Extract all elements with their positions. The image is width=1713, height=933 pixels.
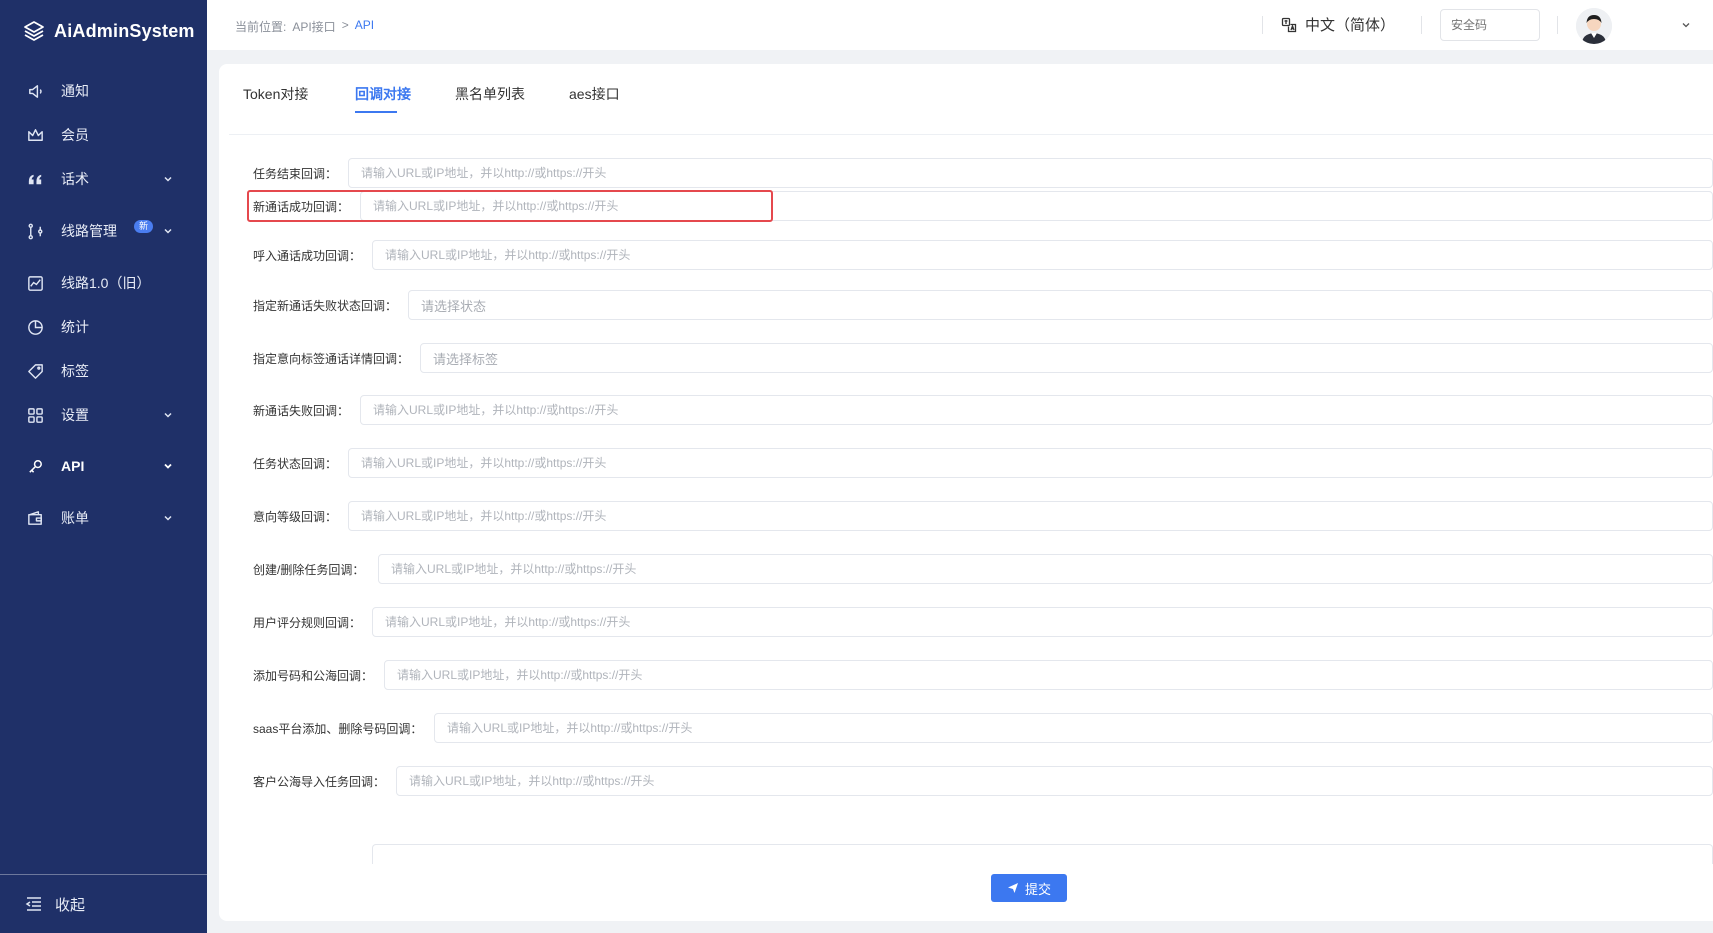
failure-status-select[interactable]: 请选择状态 <box>408 290 1713 320</box>
form-label-task-end: 任务结束回调： <box>253 166 338 181</box>
form-label-failure-status: 指定新通话失败状态回调： <box>253 298 398 313</box>
grid-icon <box>25 405 45 425</box>
app-logo[interactable]: AiAdminSystem <box>22 16 195 46</box>
sidebar-item-label: API <box>61 458 85 474</box>
submit-label: 提交 <box>1024 881 1051 897</box>
tab-blacklist[interactable]: 黑名单列表 <box>455 84 525 104</box>
breadcrumb: 当前位置: API接口 > API <box>235 18 374 35</box>
collapse-icon <box>25 897 41 911</box>
sidebar-item-notice[interactable]: 通知 <box>0 69 207 113</box>
form-label-user-score-rule: 用户评分规则回调： <box>253 615 362 630</box>
collapse-label: 收起 <box>55 896 86 914</box>
tab-callback[interactable]: 回调对接 <box>355 84 411 104</box>
chevron-down-icon <box>164 176 172 182</box>
new-call-success-callback-input[interactable] <box>360 191 1713 221</box>
user-score-rule-callback-input[interactable] <box>372 607 1713 637</box>
security-code-input[interactable] <box>1440 9 1540 41</box>
quote-icon <box>25 169 45 189</box>
header-divider <box>1421 16 1422 34</box>
speaker-icon <box>25 81 45 101</box>
sidebar-item-label: 话术 <box>61 171 89 187</box>
sidebar-item-tags[interactable]: 标签 <box>0 349 207 393</box>
sidebar-item-statistics[interactable]: 统计 <box>0 305 207 349</box>
form-label-create-delete-task: 创建/删除任务回调： <box>253 562 365 577</box>
chevron-down-icon <box>164 515 172 521</box>
sidebar-item-label: 统计 <box>61 319 89 335</box>
sidebar-item-label: 会员 <box>61 127 89 143</box>
tab-divider <box>229 134 1713 135</box>
language-switcher[interactable]: 中文（简体） <box>1281 14 1395 35</box>
sidebar-item-billing[interactable]: 账单 <box>0 496 207 540</box>
form-label-task-status: 任务状态回调： <box>253 456 338 471</box>
route-icon <box>25 221 45 241</box>
tag-icon <box>25 361 45 381</box>
form-label-new-call-success: 新通话成功回调： <box>253 199 350 214</box>
inbound-call-success-callback-input[interactable] <box>372 240 1713 270</box>
form-label-saas-number: saas平台添加、删除号码回调： <box>253 721 423 736</box>
sidebar-item-api[interactable]: API <box>0 444 207 488</box>
crown-icon <box>25 125 45 145</box>
form-label-new-call-failure: 新通话失败回调： <box>253 403 350 418</box>
chevron-down-icon <box>164 412 172 418</box>
app-title: AiAdminSystem <box>54 20 195 41</box>
form-label-add-number-pool: 添加号码和公海回调： <box>253 668 374 683</box>
translate-icon <box>1281 17 1297 32</box>
task-status-callback-input[interactable] <box>348 448 1713 478</box>
sidebar-item-route-management[interactable]: 线路管理 新 <box>0 209 207 253</box>
sidebar-item-label: 账单 <box>61 510 89 526</box>
sidebar-item-route-legacy[interactable]: 线路1.0（旧） <box>0 261 207 305</box>
create-delete-task-callback-input[interactable] <box>378 554 1713 584</box>
sidebar-item-label: 标签 <box>61 363 89 379</box>
api-icon <box>25 456 45 476</box>
chevron-down-icon <box>164 463 172 469</box>
sidebar-item-label: 线路1.0（旧） <box>61 275 151 291</box>
add-number-pool-callback-input[interactable] <box>384 660 1713 690</box>
top-header: 当前位置: API接口 > API 中文（简体） <box>207 0 1713 50</box>
sidebar-item-settings[interactable]: 设置 <box>0 393 207 437</box>
breadcrumb-current: API <box>354 18 375 32</box>
sidebar-item-label: 线路管理 <box>61 223 117 239</box>
sidebar-item-label: 设置 <box>61 407 89 423</box>
form-label-intent-tag: 指定意向标签通话详情回调： <box>253 351 410 366</box>
user-menu-chevron-icon[interactable] <box>1681 20 1691 30</box>
active-tab-indicator <box>355 111 397 113</box>
main-card: Token对接 回调对接 黑名单列表 aes接口 任务结束回调： 新通话成功回调… <box>219 64 1713 921</box>
sidebar-item-script[interactable]: 话术 <box>0 157 207 201</box>
pie-chart-icon <box>25 317 45 337</box>
form-label-inbound-call-success: 呼入通话成功回调： <box>253 248 362 263</box>
sidebar-item-member[interactable]: 会员 <box>0 113 207 157</box>
submit-button[interactable]: 提交 <box>991 874 1067 902</box>
tab-token[interactable]: Token对接 <box>243 84 308 104</box>
breadcrumb-separator: > <box>341 18 349 32</box>
tab-aes[interactable]: aes接口 <box>569 84 620 104</box>
intent-tag-select[interactable]: 请选择标签 <box>420 343 1713 373</box>
breadcrumb-prefix: 当前位置: <box>235 20 287 34</box>
intent-tag-placeholder: 请选择标签 <box>433 351 499 367</box>
collapse-sidebar-button[interactable]: 收起 <box>0 874 207 933</box>
send-icon <box>1007 883 1018 893</box>
pool-import-task-callback-input[interactable] <box>396 766 1713 796</box>
header-divider <box>1262 16 1263 34</box>
chevron-down-icon <box>164 228 172 234</box>
line-chart-icon <box>25 273 45 293</box>
language-label: 中文（简体） <box>1305 17 1396 34</box>
form-label-intent-level: 意向等级回调： <box>253 509 338 524</box>
task-end-callback-input[interactable] <box>348 158 1713 188</box>
new-badge: 新 <box>134 220 154 233</box>
saas-number-callback-input[interactable] <box>434 713 1713 743</box>
layers-icon <box>24 21 44 41</box>
breadcrumb-parent[interactable]: API接口 <box>292 18 335 35</box>
failure-status-placeholder: 请选择状态 <box>421 298 487 314</box>
tab-bar: Token对接 回调对接 黑名单列表 aes接口 <box>219 64 1713 134</box>
form-label-pool-import-task: 客户公海导入任务回调： <box>253 774 386 789</box>
wallet-icon <box>25 508 45 528</box>
sidebar: AiAdminSystem 通知 会员 话术 线路管理 新 线路1.0（旧） 统… <box>0 0 207 933</box>
user-avatar-icon <box>1576 8 1612 44</box>
new-call-failure-callback-input[interactable] <box>360 395 1713 425</box>
header-divider <box>1557 16 1558 34</box>
partial-input-field[interactable] <box>372 844 1713 864</box>
intent-level-callback-input[interactable] <box>348 501 1713 531</box>
sidebar-item-label: 通知 <box>61 83 89 99</box>
avatar[interactable] <box>1576 8 1612 44</box>
